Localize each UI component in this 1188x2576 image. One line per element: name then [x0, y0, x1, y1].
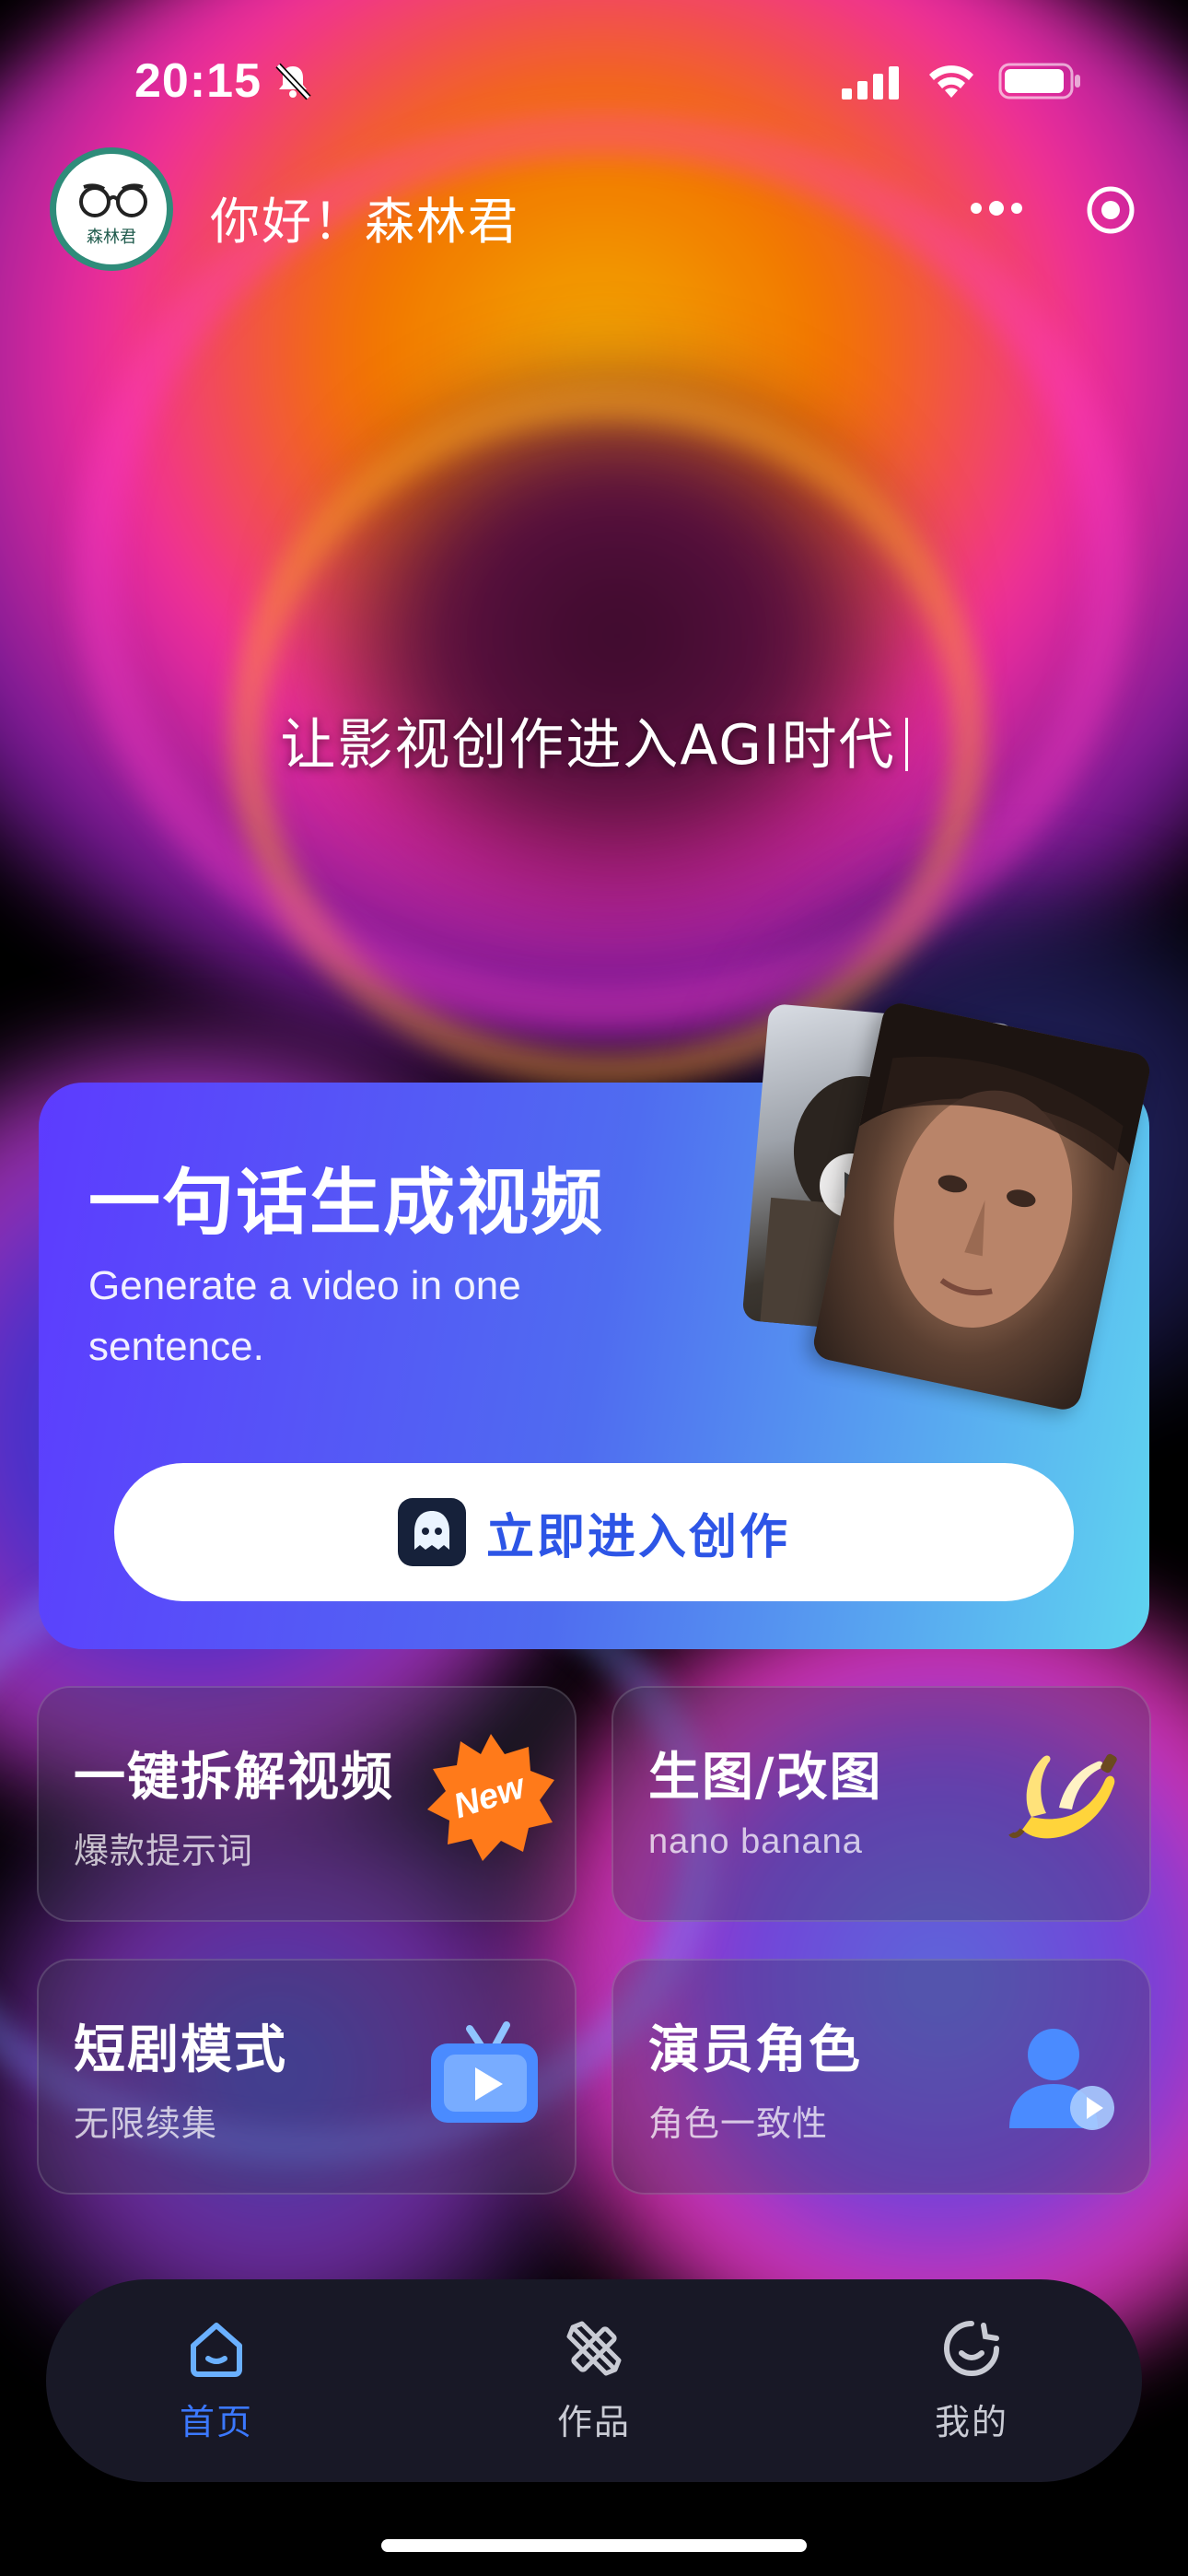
tv-play-icon: [422, 2012, 551, 2141]
bell-slash-icon: [275, 63, 311, 100]
battery-icon: [998, 63, 1080, 100]
feature-title: 演员角色: [648, 2020, 862, 2080]
avatar-label: 森林君: [87, 228, 136, 247]
start-creating-label: 立即进入创作: [485, 1509, 790, 1565]
feature-title: 短剧模式: [74, 2020, 287, 2080]
avatar[interactable]: 森林君: [50, 147, 173, 271]
profile-icon: [944, 2321, 999, 2376]
slogan-label: 让影视创作进入AGI时代: [280, 713, 896, 778]
text-caret: [904, 718, 908, 771]
target-icon[interactable]: [1085, 184, 1136, 236]
feature-tile-actor-role[interactable]: 演员角色 角色一致性: [611, 1959, 1151, 2195]
tab-works[interactable]: 作品: [502, 2316, 686, 2454]
new-badge-icon: New: [422, 1728, 560, 1867]
tab-mine-label: 我的: [934, 2402, 1008, 2442]
home-icon: [191, 2323, 242, 2377]
home-indicator[interactable]: [381, 2539, 807, 2552]
feature-title: 生图/改图: [648, 1748, 883, 1808]
pencil-ruler-icon: [566, 2321, 622, 2376]
cellular-signal-icon: [842, 66, 899, 100]
feature-title: 一键拆解视频: [74, 1748, 394, 1808]
ghost-app-icon: [397, 1498, 466, 1566]
feature-tile-video-breakdown[interactable]: 一键拆解视频 爆款提示词 New: [37, 1686, 577, 1922]
hero-subtitle: Generate a video in one sentence.: [88, 1263, 521, 1369]
feature-subtitle: nano banana: [648, 1822, 863, 1861]
tab-works-label: 作品: [556, 2402, 631, 2442]
more-dots-icon[interactable]: [967, 197, 1026, 219]
wifi-icon: [929, 65, 973, 98]
tab-mine[interactable]: 我的: [879, 2316, 1064, 2454]
start-creating-button[interactable]: 立即进入创作: [114, 1463, 1074, 1601]
tab-home-label: 首页: [179, 2402, 253, 2442]
slogan-text: 让影视创作进入AGI时代: [0, 700, 1188, 780]
status-bar: 20:15: [0, 0, 1188, 157]
feature-subtitle: 爆款提示词: [74, 1831, 254, 1871]
feature-tile-image-edit[interactable]: 生图/改图 nano banana: [611, 1686, 1151, 1922]
glasses-icon: [79, 183, 147, 217]
status-time: 20:15: [134, 54, 262, 108]
actor-icon: [996, 2012, 1125, 2141]
feature-subtitle: 角色一致性: [648, 2103, 829, 2144]
feature-tile-short-drama[interactable]: 短剧模式 无限续集: [37, 1959, 577, 2195]
mini-program-capsule: [939, 166, 1160, 254]
hero-title: 一句话生成视频: [88, 1162, 605, 1245]
tab-home[interactable]: 首页: [124, 2316, 309, 2454]
feature-subtitle: 无限续集: [74, 2103, 218, 2144]
bottom-tab-bar: 首页 作品 我的: [46, 2279, 1142, 2482]
greeting-text: 你好！森林君: [210, 193, 519, 251]
banana-icon: [995, 1728, 1133, 1867]
